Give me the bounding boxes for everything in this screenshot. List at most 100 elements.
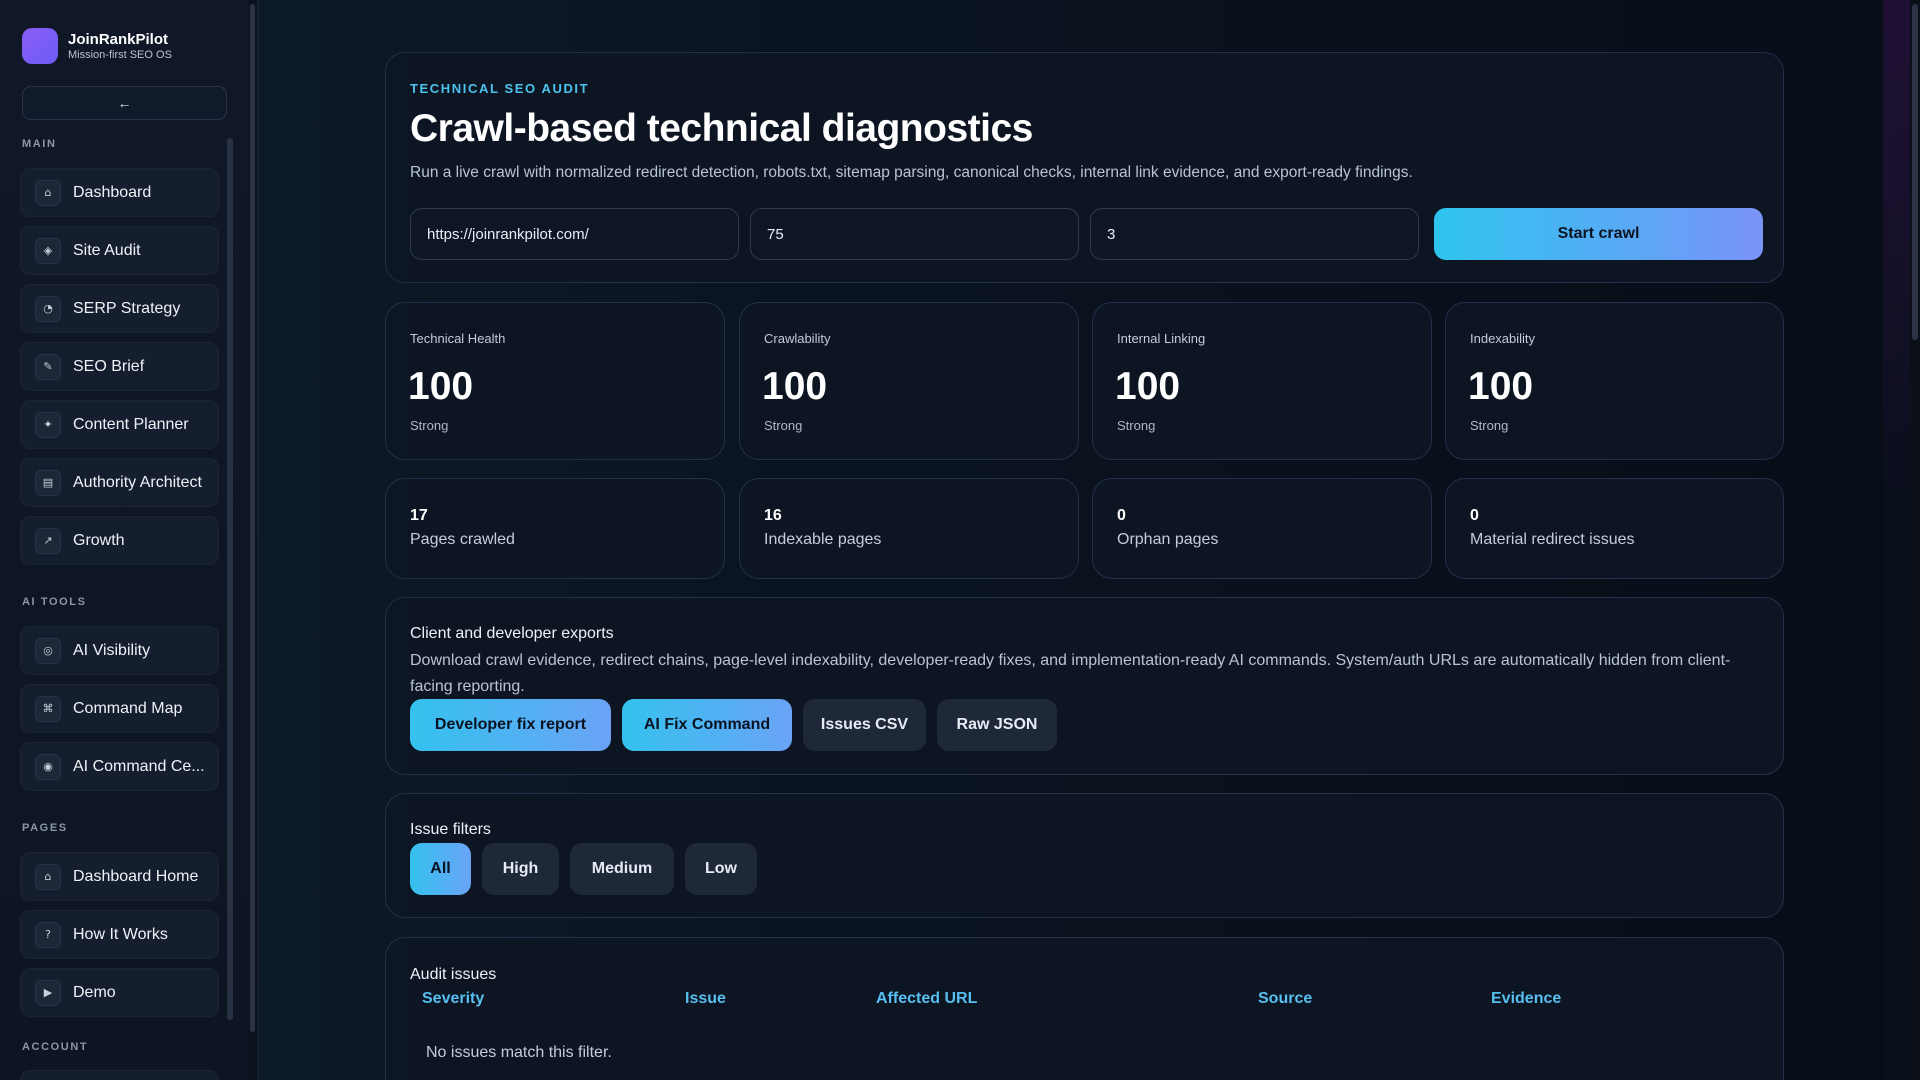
sidebar-item-demo[interactable]: ▶ Demo — [20, 968, 219, 1017]
sidebar: JoinRankPilot Mission-first SEO OS ← MAI… — [0, 0, 259, 1080]
sidebar-item-how-it-works[interactable]: ? How It Works — [20, 910, 219, 959]
home-icon: ⌂ — [35, 863, 61, 890]
issues-title: Audit issues — [410, 966, 497, 983]
target-icon: ◉ — [35, 753, 61, 780]
main-content: TECHNICAL SEO AUDIT Crawl-based technica… — [259, 0, 1883, 1080]
home-icon: ⌂ — [35, 179, 61, 206]
sidebar-item-label: Demo — [73, 983, 116, 1001]
developer-fix-report-button[interactable]: Developer fix report — [410, 699, 611, 751]
crawl-depth-input[interactable]: 3 — [1090, 208, 1419, 260]
sidebar-item-dashboard-home[interactable]: ⌂ Dashboard Home — [20, 852, 219, 901]
column-header-issue[interactable]: Issue — [685, 990, 726, 1008]
metric-card-internal-linking: Internal Linking 100 Strong — [1092, 302, 1432, 460]
sidebar-item-serp-strategy[interactable]: ◔ SERP Strategy — [20, 284, 219, 333]
metric-label: Technical Health — [410, 331, 506, 346]
brand-tagline: Mission-first SEO OS — [68, 48, 172, 61]
chart-icon: ◔ — [35, 295, 61, 322]
exports-card: Client and developer exports Download cr… — [385, 597, 1784, 775]
sidebar-nav-scrollbar[interactable] — [227, 138, 233, 1020]
column-header-evidence[interactable]: Evidence — [1491, 990, 1561, 1008]
stat-card-indexable-pages: 16 Indexable pages — [739, 478, 1079, 579]
sidebar-item-growth[interactable]: ↗ Growth — [20, 516, 219, 565]
stat-card-orphan-pages: 0 Orphan pages — [1092, 478, 1432, 579]
brand[interactable]: JoinRankPilot Mission-first SEO OS — [22, 28, 172, 64]
trend-up-icon: ↗ — [35, 527, 61, 554]
sidebar-item-label: SEO Brief — [73, 357, 145, 375]
sidebar-item-ai-visibility[interactable]: ◎ AI Visibility — [20, 626, 219, 675]
section-label-main: MAIN — [22, 138, 57, 150]
sidebar-item-label: Command Map — [73, 699, 183, 717]
metric-status: Strong — [1117, 418, 1156, 433]
raw-json-button[interactable]: Raw JSON — [937, 699, 1057, 751]
issues-csv-button[interactable]: Issues CSV — [803, 699, 926, 751]
metric-card-indexability: Indexability 100 Strong — [1445, 302, 1784, 460]
metric-label: Crawlability — [764, 331, 831, 346]
metric-status: Strong — [410, 418, 449, 433]
play-icon: ▶ — [35, 979, 61, 1006]
filter-medium-button[interactable]: Medium — [570, 843, 674, 895]
sidebar-item-label: Content Planner — [73, 415, 189, 433]
filters-title: Issue filters — [410, 821, 491, 838]
metric-label: Indexability — [1470, 331, 1536, 346]
exports-description: Download crawl evidence, redirect chains… — [410, 652, 1731, 695]
sidebar-item-label: How It Works — [73, 925, 168, 943]
grid-icon: ▤ — [35, 469, 61, 496]
metric-label: Internal Linking — [1117, 331, 1206, 346]
question-icon: ? — [35, 921, 61, 948]
filter-high-button[interactable]: High — [482, 843, 559, 895]
sidebar-item-authority-architect[interactable]: ▤ Authority Architect — [20, 458, 219, 507]
stat-card-pages-crawled: 17 Pages crawled — [385, 478, 725, 579]
metric-status: Strong — [1470, 418, 1509, 433]
column-header-severity[interactable]: Severity — [422, 990, 484, 1008]
page-scrollbar-thumb[interactable] — [1912, 4, 1918, 340]
start-crawl-button[interactable]: Start crawl — [1434, 208, 1763, 260]
stat-label: Orphan pages — [1117, 531, 1219, 548]
section-label-pages: PAGES — [22, 822, 68, 834]
column-header-affected-url[interactable]: Affected URL — [876, 990, 977, 1008]
sidebar-item-seo-brief[interactable]: ✎ SEO Brief — [20, 342, 219, 391]
stat-value: 0 — [1470, 507, 1479, 524]
sparkle-icon: ✦ — [35, 411, 61, 438]
sidebar-item-label: Authority Architect — [73, 473, 202, 491]
page-title: Crawl-based technical diagnostics — [410, 107, 1033, 150]
max-pages-input[interactable]: 75 — [750, 208, 1079, 260]
metric-value: 100 — [1115, 365, 1181, 408]
stat-card-redirect-issues: 0 Material redirect issues — [1445, 478, 1784, 579]
sidebar-item-label: Dashboard Home — [73, 867, 199, 885]
section-label-ai-tools: AI TOOLS — [22, 596, 87, 608]
sidebar-item-label: AI Command Ce... — [73, 757, 205, 775]
url-input[interactable]: https://joinrankpilot.com/ — [410, 208, 739, 260]
ai-fix-command-button[interactable]: AI Fix Command — [622, 699, 792, 751]
brand-name: JoinRankPilot — [68, 30, 169, 48]
sidebar-item-ai-command-center[interactable]: ◉ AI Command Ce... — [20, 742, 219, 791]
stat-value: 0 — [1117, 507, 1126, 524]
section-label-account: ACCOUNT — [22, 1041, 89, 1053]
sidebar-item-label: SERP Strategy — [73, 299, 181, 317]
audit-hero-card: TECHNICAL SEO AUDIT Crawl-based technica… — [385, 52, 1784, 283]
metric-card-crawlability: Crawlability 100 Strong — [739, 302, 1079, 460]
sidebar-item-account[interactable] — [20, 1070, 219, 1080]
audit-issues-card: Audit issues Severity Issue Affected URL… — [385, 937, 1784, 1080]
sidebar-item-command-map[interactable]: ⌘ Command Map — [20, 684, 219, 733]
column-header-source[interactable]: Source — [1258, 990, 1312, 1008]
sidebar-item-content-planner[interactable]: ✦ Content Planner — [20, 400, 219, 449]
brand-logo-icon — [22, 28, 58, 64]
stat-label: Material redirect issues — [1470, 531, 1635, 548]
metric-status: Strong — [764, 418, 803, 433]
metric-value: 100 — [762, 365, 828, 408]
stat-value: 17 — [410, 507, 428, 524]
stat-value: 16 — [764, 507, 782, 524]
filter-low-button[interactable]: Low — [685, 843, 757, 895]
collapse-sidebar-button[interactable]: ← — [22, 86, 227, 120]
empty-state-text: No issues match this filter. — [426, 1044, 612, 1061]
pen-icon: ✎ — [35, 353, 61, 380]
eyebrow: TECHNICAL SEO AUDIT — [410, 81, 590, 96]
filter-all-button[interactable]: All — [410, 843, 471, 895]
stat-label: Pages crawled — [410, 531, 515, 548]
diamond-icon: ◈ — [35, 237, 61, 264]
page-description: Run a live crawl with normalized redirec… — [410, 164, 1413, 181]
sidebar-item-label: AI Visibility — [73, 641, 151, 659]
sidebar-scrollbar-thumb[interactable] — [250, 4, 255, 1032]
sidebar-item-dashboard[interactable]: ⌂ Dashboard — [20, 168, 219, 217]
sidebar-item-site-audit[interactable]: ◈ Site Audit — [20, 226, 219, 275]
